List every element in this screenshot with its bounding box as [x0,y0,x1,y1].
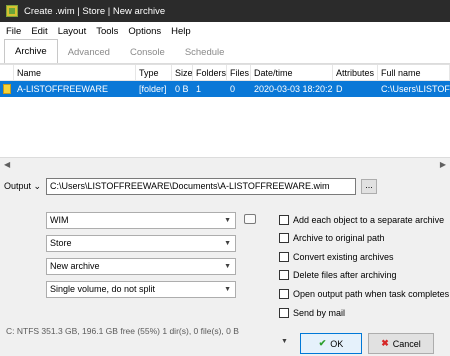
checkbox-label: Delete files after archiving [293,270,397,280]
chevron-down-icon: ▼ [224,217,231,224]
cell-fullname: C:\Users\LISTOFF [381,84,450,94]
checkbox-label: Open output path when task completes [293,289,450,299]
tab-console[interactable]: Console [120,41,175,63]
cell-files: 0 [230,84,236,94]
status-text: C: NTFS 351.3 GB, 196.1 GB free (55%) 1 … [6,326,239,336]
menu-edit[interactable]: Edit [31,26,47,37]
column-header-icon[interactable] [0,65,14,81]
format-value: WIM [50,215,69,225]
checkbox-label: Archive to original path [293,233,385,243]
list-row[interactable]: A-LISTOFFREEWARE [folder] 0 B 1 0 2020-0… [0,81,450,97]
close-icon: ✖ [381,338,389,348]
app-icon [6,5,18,17]
column-header-type[interactable]: Type [136,65,172,81]
tab-archive[interactable]: Archive [4,39,58,63]
checkbox-open-output[interactable]: Open output path when task completes [279,289,449,299]
scroll-left-icon[interactable]: ◀ [4,160,10,169]
output-path-input[interactable]: C:\Users\LISTOFFREEWARE\Documents\A-LIST… [46,178,356,195]
title-bar: Create .wim | Store | New archive [0,0,450,22]
chevron-down-icon: ▼ [224,263,231,270]
horizontal-scrollbar[interactable]: ◀ ▶ [0,157,450,170]
menu-options[interactable]: Options [128,26,161,37]
chevron-down-icon: ▼ [224,286,231,293]
column-header-datetime[interactable]: Date/time [251,65,333,81]
browse-button[interactable]: ... [361,179,377,194]
cell-attributes: D [336,84,343,94]
checkbox-box[interactable] [279,215,289,225]
menu-tools[interactable]: Tools [96,26,118,37]
checkbox-box[interactable] [279,289,289,299]
checkbox-label: Convert existing archives [293,252,394,262]
menu-file[interactable]: File [6,26,21,37]
output-label[interactable]: Output ⌄ [4,181,41,192]
output-label-text: Output [4,181,32,191]
column-header-size[interactable]: Size [172,65,193,81]
ok-label: OK [330,338,344,349]
cancel-button[interactable]: ✖ Cancel [368,333,434,354]
split-value: Single volume, do not split [50,284,156,294]
menu-layout[interactable]: Layout [58,26,87,37]
checkbox-original-path[interactable]: Archive to original path [279,233,385,243]
cancel-label: Cancel [392,338,421,349]
chevron-down-icon[interactable]: ▼ [281,338,288,345]
menu-bar: File Edit Layout Tools Options Help [0,22,450,40]
tab-advanced[interactable]: Advanced [58,41,120,63]
check-icon: ✔ [318,338,327,348]
method-select[interactable]: Store ▼ [46,235,236,252]
format-select[interactable]: WIM ▼ [46,212,236,229]
file-list[interactable]: Name Type Size Folders Files Date/time A… [0,64,450,157]
tab-bar: Archive Advanced Console Schedule [0,39,450,64]
tab-schedule[interactable]: Schedule [175,41,235,63]
checkbox-send-mail[interactable]: Send by mail [279,308,345,318]
chevron-down-icon: ⌄ [33,181,42,191]
chevron-down-icon: ▼ [224,240,231,247]
output-row: Output ⌄ C:\Users\LISTOFFREEWARE\Documen… [0,178,450,196]
method-value: Store [50,238,72,248]
checkbox-label: Send by mail [293,308,346,318]
checkbox-box[interactable] [279,270,289,280]
checkbox-box[interactable] [279,233,289,243]
scroll-right-icon[interactable]: ▶ [440,160,446,169]
list-header: Name Type Size Folders Files Date/time A… [0,65,450,81]
speech-bubble-icon[interactable] [244,214,256,224]
ok-button[interactable]: ✔ OK [300,333,362,354]
checkbox-box[interactable] [279,308,289,318]
folder-icon [3,84,11,94]
cell-folders: 1 [196,84,202,94]
column-header-files[interactable]: Files [227,65,251,81]
cell-name: A-LISTOFFREEWARE [17,84,109,94]
checkbox-box[interactable] [279,252,289,262]
checkbox-delete-files[interactable]: Delete files after archiving [279,270,397,280]
checkbox-convert-existing[interactable]: Convert existing archives [279,252,394,262]
update-mode-select[interactable]: New archive ▼ [46,258,236,275]
cell-type: [folder] [139,84,167,94]
update-mode-value: New archive [50,261,100,271]
menu-help[interactable]: Help [171,26,191,37]
column-header-attributes[interactable]: Attributes [333,65,378,81]
column-header-fullname[interactable]: Full name [378,65,450,81]
split-select[interactable]: Single volume, do not split ▼ [46,281,236,298]
checkbox-separate-archive[interactable]: Add each object to a separate archive [279,215,444,225]
cell-size: 0 B [175,84,189,94]
column-header-name[interactable]: Name [14,65,136,81]
cell-datetime: 2020-03-03 18:20:24 [254,84,333,94]
row-icon-cell [0,81,14,97]
column-header-folders[interactable]: Folders [193,65,227,81]
window-title: Create .wim | Store | New archive [24,5,166,17]
checkbox-label: Add each object to a separate archive [293,215,445,225]
